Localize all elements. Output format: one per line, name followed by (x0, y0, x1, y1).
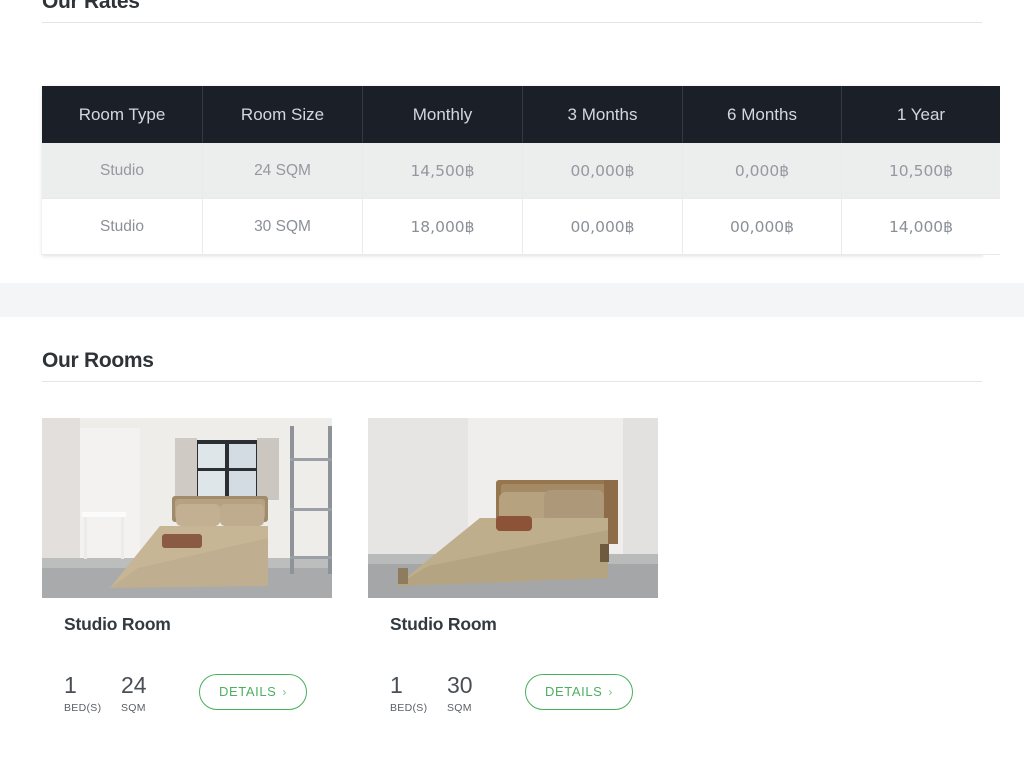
room-photo-image (42, 418, 332, 598)
table-header-row: Room Type Room Size Monthly 3 Months 6 M… (42, 86, 1000, 143)
room-card[interactable]: Studio Room 1 BED(S) 24 SQM DETAILS › (42, 418, 332, 714)
room-card-title: Studio Room (64, 614, 171, 634)
column-header-1-year: 1 Year (841, 86, 1000, 143)
our-rates-title: Our Rates (42, 0, 140, 13)
cell-room-type: Studio (42, 198, 203, 255)
room-card-title: Studio Room (390, 614, 497, 634)
size-label: SQM (447, 702, 472, 714)
rates-table: Room Type Room Size Monthly 3 Months 6 M… (42, 86, 1000, 255)
size-value: 30 (447, 672, 473, 698)
rates-title-divider (42, 22, 982, 23)
beds-metric: 1 BED(S) (64, 672, 102, 715)
our-rooms-title: Our Rooms (42, 349, 154, 372)
details-button[interactable]: DETAILS › (525, 674, 634, 710)
beds-count: 1 (64, 672, 77, 698)
column-header-room-size: Room Size (202, 86, 363, 143)
cell-monthly: 18,000฿ (362, 198, 523, 255)
column-header-3-months: 3 Months (522, 86, 683, 143)
room-card[interactable]: Studio Room 1 BED(S) 30 SQM DETAILS › (368, 418, 658, 714)
cell-6-months: 0,000฿ (682, 143, 842, 199)
beds-label: BED(S) (390, 702, 428, 714)
cell-6-months: 00,000฿ (682, 198, 842, 255)
cell-monthly: 14,500฿ (362, 143, 523, 199)
column-header-monthly: Monthly (362, 86, 523, 143)
details-button-label: DETAILS (219, 684, 277, 699)
column-header-room-type: Room Type (42, 86, 203, 143)
beds-label: BED(S) (64, 702, 102, 714)
table-row: Studio 24 SQM 14,500฿ 00,000฿ 0,000฿ 10,… (42, 143, 1000, 199)
details-button-label: DETAILS (545, 684, 603, 699)
cell-3-months: 00,000฿ (522, 143, 683, 199)
cell-room-size: 30 SQM (202, 198, 363, 255)
chevron-right-icon: › (608, 685, 614, 699)
cell-room-type: Studio (42, 143, 203, 199)
rooms-title-divider (42, 381, 982, 382)
table-row: Studio 30 SQM 18,000฿ 00,000฿ 00,000฿ 14… (42, 198, 1000, 255)
details-button[interactable]: DETAILS › (199, 674, 308, 710)
room-photo-image (368, 418, 658, 598)
cell-3-months: 00,000฿ (522, 198, 683, 255)
size-value: 24 (121, 672, 147, 698)
cell-room-size: 24 SQM (202, 143, 363, 199)
column-header-6-months: 6 Months (682, 86, 842, 143)
beds-metric: 1 BED(S) (390, 672, 428, 715)
page-root: Our Rates Room Type Room Size Monthly 3 … (0, 0, 1024, 768)
beds-count: 1 (390, 672, 403, 698)
cell-1-year: 10,500฿ (841, 143, 1000, 199)
rates-table-body: Studio 24 SQM 14,500฿ 00,000฿ 0,000฿ 10,… (42, 143, 1000, 255)
section-separator-band (0, 283, 1024, 317)
size-label: SQM (121, 702, 146, 714)
chevron-right-icon: › (282, 685, 288, 699)
cell-1-year: 14,000฿ (841, 198, 1000, 255)
size-metric: 30 SQM (447, 672, 473, 715)
size-metric: 24 SQM (121, 672, 147, 715)
rates-table-head: Room Type Room Size Monthly 3 Months 6 M… (42, 86, 1000, 143)
rates-table-container: Room Type Room Size Monthly 3 Months 6 M… (42, 86, 1000, 255)
